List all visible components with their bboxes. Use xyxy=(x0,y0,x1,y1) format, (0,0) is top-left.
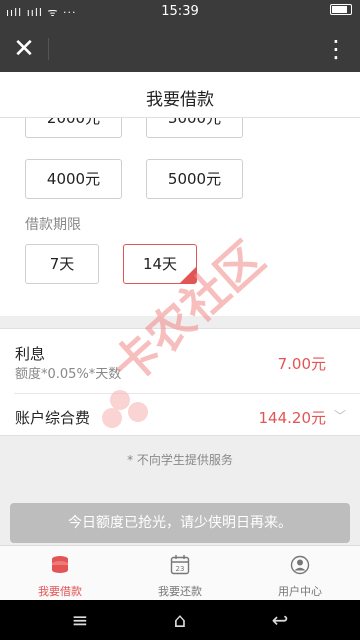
webview-toolbar: ✕ ⋮ xyxy=(0,26,360,72)
fee-card: 利息 额度*0.05%*天数 7.00元 账户综合费 144.20元 ﹀ xyxy=(0,328,360,436)
status-right xyxy=(330,4,352,15)
fee-value[interactable]: 144.20元 xyxy=(259,407,327,428)
tab-label: 我要借款 xyxy=(38,585,82,598)
toolbar-divider xyxy=(48,38,49,60)
amount-option-5000[interactable]: 5000元 xyxy=(146,159,243,199)
row-divider xyxy=(14,393,360,394)
loan-options-card: 2000元 3000元 4000元 5000元 借款期限 7天 14天 xyxy=(0,118,360,316)
interest-formula: 额度*0.05%*天数 xyxy=(15,367,122,382)
calendar-day: 23 xyxy=(176,565,185,573)
tab-label: 我要还款 xyxy=(158,585,202,598)
amount-option-4000[interactable]: 4000元 xyxy=(25,159,122,199)
battery-icon xyxy=(330,4,352,15)
calendar-icon: 23 xyxy=(170,555,190,575)
tab-repay[interactable]: 23 我要还款 xyxy=(120,546,240,601)
term-label: 借款期限 xyxy=(25,217,81,233)
chevron-down-icon[interactable]: ﹀ xyxy=(334,407,346,424)
term-option-label: 14天 xyxy=(142,255,178,273)
tab-user-center[interactable]: 用户中心 xyxy=(240,546,360,601)
amount-option-2000[interactable]: 2000元 xyxy=(25,118,122,138)
bottom-tab-bar: 我要借款 23 我要还款 用户中心 xyxy=(0,545,360,600)
tab-borrow[interactable]: 我要借款 xyxy=(0,546,120,601)
selected-corner-icon xyxy=(180,267,196,283)
interest-value: 7.00元 xyxy=(277,355,326,373)
status-time: 15:39 xyxy=(161,4,199,19)
status-bar: ııll ııll ᯤ ··· 15:39 xyxy=(0,0,360,26)
more-menu-icon[interactable]: ⋮ xyxy=(322,35,350,63)
user-icon xyxy=(290,555,310,575)
page-header: 我要借款 xyxy=(0,72,360,118)
interest-title: 利息 xyxy=(15,345,46,363)
coins-icon xyxy=(52,556,68,573)
home-icon[interactable]: ⌂ xyxy=(165,608,195,632)
amount-option-3000[interactable]: 3000元 xyxy=(146,118,243,138)
page-title: 我要借款 xyxy=(146,90,214,110)
term-option-7[interactable]: 7天 xyxy=(25,244,99,284)
tab-label: 用户中心 xyxy=(278,585,322,598)
term-option-14[interactable]: 14天 xyxy=(123,244,197,284)
quota-exhausted-button[interactable]: 今日额度已抢光，请少侠明日再来。 xyxy=(10,503,350,543)
menu-icon[interactable]: ≡ xyxy=(65,608,95,632)
student-notice: * 不向学生提供服务 xyxy=(127,453,233,467)
back-icon[interactable]: ↩ xyxy=(265,608,295,632)
term-option-label: 7天 xyxy=(49,255,75,273)
system-nav-bar: ≡ ⌂ ↩ xyxy=(0,600,360,640)
fee-title: 账户综合费 xyxy=(15,409,91,427)
close-icon[interactable]: ✕ xyxy=(10,35,38,63)
